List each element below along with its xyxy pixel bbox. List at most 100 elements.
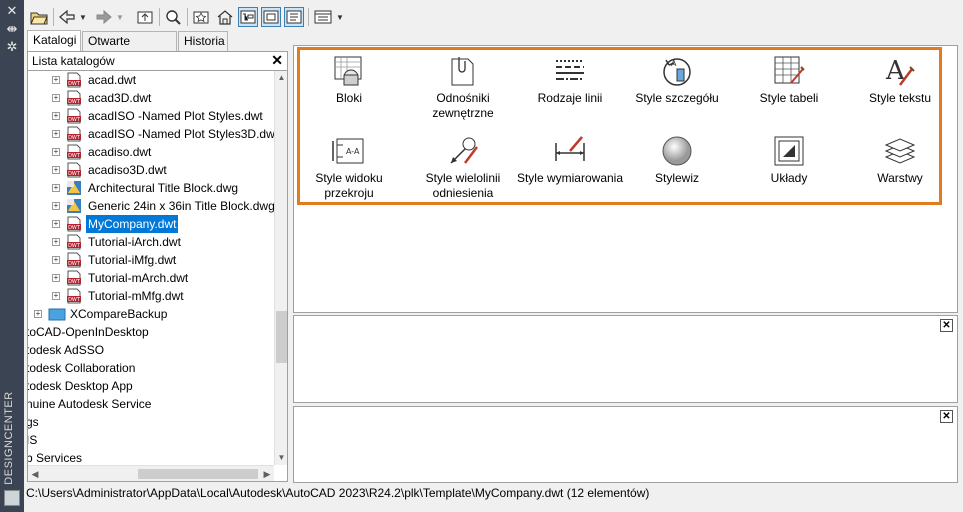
table-styles-icon (771, 53, 807, 89)
text-styles-icon: A (882, 53, 918, 89)
folder-icon (48, 306, 66, 322)
back-dropdown-icon[interactable]: ▼ (77, 7, 89, 27)
tab-historia[interactable]: Historia (178, 31, 228, 51)
mleader-styles-icon (445, 133, 481, 169)
content-item[interactable]: Style wielolinii odniesienia (408, 133, 518, 203)
forward-icon[interactable] (94, 7, 114, 27)
close-icon[interactable]: ✕ (940, 410, 953, 423)
tree-item-label: IS (28, 433, 38, 447)
expand-icon[interactable]: + (52, 112, 60, 120)
content-area[interactable]: Bloki Odnośniki zewnętrzne Rodzaje linii A S… (293, 45, 958, 313)
svg-text:DWT: DWT (68, 225, 81, 231)
content-item-label: Odnośniki zewnętrzne (432, 91, 494, 120)
tree-item-label: acadiso3D.dwt (88, 163, 167, 177)
expand-icon[interactable]: + (52, 130, 60, 138)
svg-text:DWT: DWT (68, 279, 81, 285)
content-item-label: Style wielolinii odniesienia (425, 171, 501, 200)
up-icon[interactable] (135, 7, 155, 27)
expand-icon[interactable]: + (34, 310, 42, 318)
tree-item-label: Tutorial-iArch.dwt (88, 235, 181, 249)
expand-icon[interactable]: + (52, 94, 60, 102)
content-item[interactable]: A Style szczegółu (622, 53, 732, 123)
folder-tree[interactable]: + DWT acad.dwt + DWT acad3D.dwt + DWT acadISO -N… (28, 71, 274, 465)
tree-item-label: acadISO -Named Plot Styles3D.dwt (88, 127, 274, 141)
expand-icon[interactable]: + (52, 256, 60, 264)
views-dropdown-icon[interactable]: ▼ (334, 7, 346, 27)
close-icon[interactable]: ✕ (940, 319, 953, 332)
tab-katalogi[interactable]: Katalogi (27, 30, 81, 51)
palette-grip-icon[interactable] (4, 490, 20, 506)
scroll-up-icon[interactable]: ▲ (275, 71, 287, 85)
dwt-file-icon: DWT (66, 90, 82, 106)
close-icon[interactable]: ✕ (271, 52, 283, 69)
dwt-file-icon: DWT (66, 216, 82, 232)
content-item-label: Style tekstu (868, 91, 932, 105)
expand-icon[interactable]: + (52, 238, 60, 246)
content-item[interactable]: A-A Style widoku przekroju (294, 133, 404, 203)
content-item-label: Stylewiz (654, 171, 699, 185)
content-item[interactable]: Stylewiz (622, 133, 732, 203)
close-icon[interactable]: ✕ (4, 4, 20, 18)
tree-item-label: toCAD-OpenInDesktop (28, 325, 149, 339)
dwt-file-icon: DWT (66, 162, 82, 178)
section-view-styles-icon: A-A (331, 133, 367, 169)
svg-text:DWT: DWT (68, 81, 81, 87)
home-icon[interactable] (215, 7, 235, 27)
svg-text:DWT: DWT (68, 135, 81, 141)
properties-icon[interactable]: ✲ (4, 40, 20, 54)
detail-styles-icon: A (659, 53, 695, 89)
tree-item-label: todesk Collaboration (28, 361, 136, 375)
content-item[interactable]: Bloki (294, 53, 404, 123)
dwt-file-icon: DWT (66, 108, 82, 124)
xref-icon (445, 53, 481, 89)
tree-horizontal-scrollbar[interactable]: ◀ ▶ (28, 465, 274, 481)
scroll-thumb[interactable] (276, 311, 287, 363)
svg-text:A-A: A-A (346, 147, 360, 156)
svg-text:DWT: DWT (68, 99, 81, 105)
back-icon[interactable] (57, 7, 77, 27)
content-item-label: Style wymiarowania (516, 171, 624, 185)
expand-icon[interactable]: + (52, 220, 60, 228)
scroll-right-icon[interactable]: ▶ (260, 466, 274, 481)
svg-text:DWT: DWT (68, 297, 81, 303)
expand-icon[interactable]: + (52, 202, 60, 210)
tree-toggle-icon[interactable] (238, 7, 258, 27)
expand-icon[interactable]: + (52, 292, 60, 300)
forward-dropdown-icon[interactable]: ▼ (114, 7, 126, 27)
views-icon[interactable] (313, 7, 333, 27)
svg-text:A: A (671, 59, 677, 68)
auto-hide-icon[interactable]: ⇼ (4, 22, 20, 36)
dwt-file-icon: DWT (66, 144, 82, 160)
expand-icon[interactable]: + (52, 184, 60, 192)
description-pane: ✕ (293, 406, 958, 483)
scroll-down-icon[interactable]: ▼ (275, 451, 287, 465)
description-icon[interactable] (284, 7, 304, 27)
preview-icon[interactable] (261, 7, 281, 27)
content-item-label: Style tabeli (759, 91, 819, 105)
palette-title-bar[interactable]: ✕ ⇼ ✲ DESIGNCENTER (0, 0, 24, 512)
load-icon[interactable] (29, 7, 49, 27)
expand-icon[interactable]: + (52, 274, 60, 282)
tree-item-label: acad.dwt (88, 73, 137, 87)
content-item[interactable]: Style tabeli (734, 53, 844, 123)
toolbar: ▼ ▼ ▼ (24, 0, 963, 32)
content-item[interactable]: Warstwy (845, 133, 955, 203)
content-item[interactable]: Odnośniki zewnętrzne (408, 53, 518, 123)
scroll-left-icon[interactable]: ◀ (28, 466, 42, 481)
expand-icon[interactable]: + (52, 148, 60, 156)
svg-text:DWT: DWT (68, 243, 81, 249)
scroll-thumb[interactable] (138, 469, 258, 479)
svg-text:DWT: DWT (68, 153, 81, 159)
tab-otwarte-rysunki[interactable]: Otwarte rysunki (82, 31, 177, 66)
visual-styles-icon (659, 133, 695, 169)
content-item[interactable]: A Style tekstu (845, 53, 955, 123)
content-item[interactable]: Rodzaje linii (515, 53, 625, 123)
content-item[interactable]: Style wymiarowania (515, 133, 625, 203)
content-item[interactable]: Układy (734, 133, 844, 203)
tree-vertical-scrollbar[interactable]: ▲ ▼ (274, 71, 287, 465)
expand-icon[interactable]: + (52, 166, 60, 174)
expand-icon[interactable]: + (52, 76, 60, 84)
favorites-icon[interactable] (191, 7, 211, 27)
blocks-icon (331, 53, 367, 89)
search-icon[interactable] (163, 7, 183, 27)
